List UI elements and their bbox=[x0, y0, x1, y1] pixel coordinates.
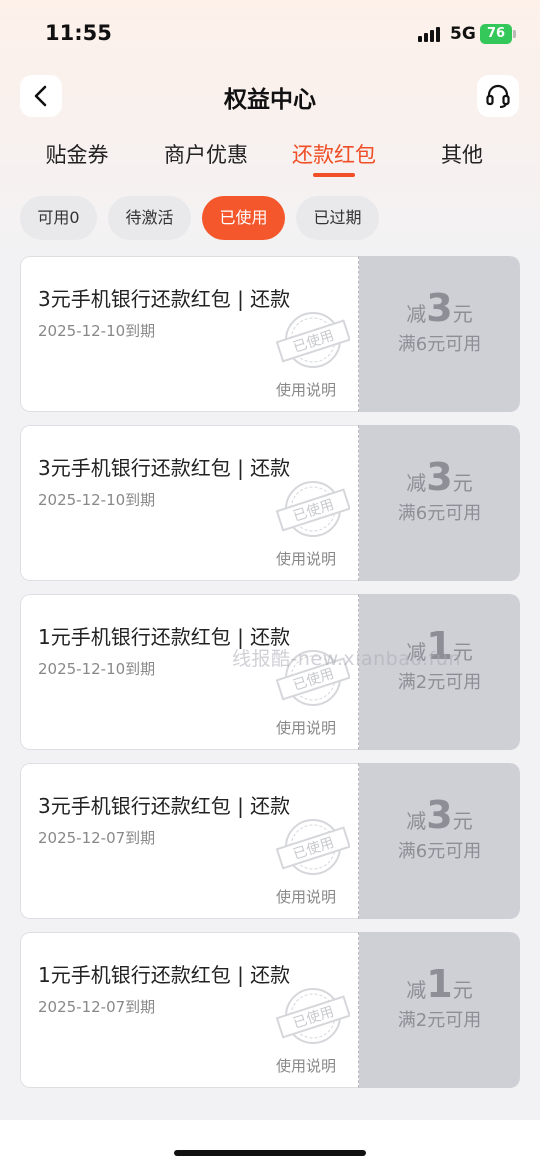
tab-merchant-offers[interactable]: 商户优惠 bbox=[146, 139, 266, 169]
amount-prefix: 减 bbox=[406, 809, 427, 833]
coupon-expiry: 2025-12-07到期 bbox=[38, 998, 156, 1016]
coupon-condition: 满2元可用 bbox=[397, 672, 482, 693]
coupon-expiry: 2025-12-10到期 bbox=[38, 660, 156, 678]
amount-unit: 元 bbox=[452, 978, 473, 1002]
amount-unit: 元 bbox=[452, 809, 473, 833]
watermark: 线报酷-new.xianbao.fun bbox=[232, 648, 461, 670]
used-stamp-icon: 已使用 bbox=[276, 481, 350, 537]
coupon-divider bbox=[358, 594, 359, 750]
page-title: 权益中心 bbox=[224, 87, 316, 113]
status-bar: 11:55 5G 76 bbox=[0, 0, 540, 66]
signal-icon bbox=[418, 26, 444, 42]
coupon-info: 1元手机银行还款红包 | 还款 2025-12-10到期 已使用 使用说明 bbox=[20, 594, 359, 750]
usage-instructions-link[interactable]: 使用说明 bbox=[276, 717, 336, 738]
coupon-amount-panel: 减3元 满6元可用 bbox=[359, 763, 520, 919]
coupon-expiry: 2025-12-10到期 bbox=[38, 491, 156, 509]
used-stamp-icon: 已使用 bbox=[276, 312, 350, 368]
filter-used[interactable]: 已使用 bbox=[202, 196, 285, 240]
amount-value: 3 bbox=[426, 793, 453, 837]
coupon-amount: 减3元 bbox=[359, 286, 520, 330]
amount-unit: 元 bbox=[452, 471, 473, 495]
coupon-card[interactable]: 3元手机银行还款红包 | 还款 2025-12-07到期 已使用 使用说明 减3… bbox=[20, 763, 520, 919]
customer-service-button[interactable] bbox=[477, 75, 519, 117]
coupon-card[interactable]: 1元手机银行还款红包 | 还款 2025-12-07到期 已使用 使用说明 减1… bbox=[20, 932, 520, 1088]
filter-chips: 可用0 待激活 已使用 已过期 bbox=[0, 196, 540, 242]
bottom-safe-area bbox=[0, 1120, 540, 1168]
usage-instructions-link[interactable]: 使用说明 bbox=[276, 1055, 336, 1076]
used-stamp-icon: 已使用 bbox=[276, 819, 350, 875]
headset-icon bbox=[486, 84, 510, 108]
battery-tip bbox=[513, 30, 516, 38]
coupon-title: 3元手机银行还款红包 | 还款 bbox=[38, 456, 291, 480]
amount-prefix: 减 bbox=[406, 471, 427, 495]
coupon-amount: 减3元 bbox=[359, 793, 520, 837]
coupon-title: 3元手机银行还款红包 | 还款 bbox=[38, 287, 291, 311]
usage-instructions-link[interactable]: 使用说明 bbox=[276, 548, 336, 569]
coupon-title: 3元手机银行还款红包 | 还款 bbox=[38, 794, 291, 818]
coupon-condition: 满6元可用 bbox=[397, 503, 482, 524]
filter-expired[interactable]: 已过期 bbox=[296, 196, 379, 240]
coupon-amount-panel: 减1元 满2元可用 bbox=[359, 932, 520, 1088]
coupon-divider bbox=[358, 763, 359, 919]
coupon-info: 1元手机银行还款红包 | 还款 2025-12-07到期 已使用 使用说明 bbox=[20, 932, 359, 1088]
amount-prefix: 减 bbox=[406, 302, 427, 326]
home-indicator bbox=[174, 1150, 366, 1156]
coupon-amount-panel: 减1元 满2元可用 bbox=[359, 594, 520, 750]
coupon-divider bbox=[358, 256, 359, 412]
usage-instructions-link[interactable]: 使用说明 bbox=[276, 379, 336, 400]
amount-prefix: 减 bbox=[406, 978, 427, 1002]
filter-available[interactable]: 可用0 bbox=[20, 196, 97, 240]
coupon-card[interactable]: 1元手机银行还款红包 | 还款 2025-12-10到期 已使用 使用说明 减1… bbox=[20, 594, 520, 750]
amount-unit: 元 bbox=[452, 302, 473, 326]
coupon-info: 3元手机银行还款红包 | 还款 2025-12-10到期 已使用 使用说明 bbox=[20, 256, 359, 412]
tab-bar: 贴金券 商户优惠 还款红包 其他 bbox=[0, 133, 540, 183]
used-stamp-icon: 已使用 bbox=[276, 988, 350, 1044]
nav-bar: 权益中心 bbox=[0, 70, 540, 122]
coupon-expiry: 2025-12-07到期 bbox=[38, 829, 156, 847]
amount-value: 1 bbox=[426, 962, 453, 1006]
battery-icon: 76 bbox=[480, 24, 512, 44]
coupon-amount: 减3元 bbox=[359, 455, 520, 499]
coupon-expiry: 2025-12-10到期 bbox=[38, 322, 156, 340]
coupon-title: 1元手机银行还款红包 | 还款 bbox=[38, 963, 291, 987]
coupon-condition: 满6元可用 bbox=[397, 334, 482, 355]
active-tab-indicator bbox=[313, 173, 355, 177]
coupon-condition: 满2元可用 bbox=[397, 1010, 482, 1031]
amount-value: 3 bbox=[426, 286, 453, 330]
tab-subsidy-voucher[interactable]: 贴金券 bbox=[17, 139, 137, 169]
filter-pending-activation[interactable]: 待激活 bbox=[108, 196, 191, 240]
network-type: 5G bbox=[450, 24, 476, 44]
coupon-divider bbox=[358, 425, 359, 581]
amount-value: 3 bbox=[426, 455, 453, 499]
coupon-amount-panel: 减3元 满6元可用 bbox=[359, 425, 520, 581]
coupon-amount-panel: 减3元 满6元可用 bbox=[359, 256, 520, 412]
coupon-card[interactable]: 3元手机银行还款红包 | 还款 2025-12-10到期 已使用 使用说明 减3… bbox=[20, 425, 520, 581]
tab-other[interactable]: 其他 bbox=[402, 139, 522, 169]
tab-repayment-red-packet[interactable]: 还款红包 bbox=[274, 139, 394, 169]
coupon-info: 3元手机银行还款红包 | 还款 2025-12-10到期 已使用 使用说明 bbox=[20, 425, 359, 581]
coupon-info: 3元手机银行还款红包 | 还款 2025-12-07到期 已使用 使用说明 bbox=[20, 763, 359, 919]
coupon-card[interactable]: 3元手机银行还款红包 | 还款 2025-12-10到期 已使用 使用说明 减3… bbox=[20, 256, 520, 412]
usage-instructions-link[interactable]: 使用说明 bbox=[276, 886, 336, 907]
coupon-condition: 满6元可用 bbox=[397, 841, 482, 862]
status-time: 11:55 bbox=[45, 21, 112, 45]
coupon-amount: 减1元 bbox=[359, 962, 520, 1006]
coupon-divider bbox=[358, 932, 359, 1088]
